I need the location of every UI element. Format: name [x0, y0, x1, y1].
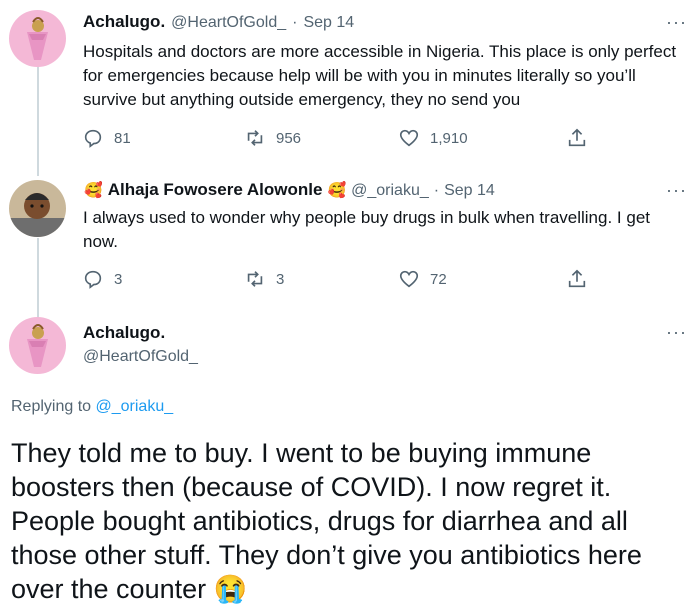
- name-emoji-right: 🥰: [327, 182, 347, 199]
- separator: ·: [292, 14, 298, 31]
- share-icon: [568, 128, 586, 147]
- display-name[interactable]: Achalugo.: [83, 12, 165, 32]
- tweet-text: I always used to wonder why people buy d…: [83, 208, 650, 251]
- thread-line-2: [37, 238, 39, 318]
- more-icon[interactable]: ···: [666, 12, 687, 33]
- like-icon: [399, 270, 419, 288]
- avatar[interactable]: [9, 10, 66, 67]
- name-emoji-left: 🥰: [84, 182, 103, 199]
- like-button[interactable]: 1,910: [398, 127, 468, 149]
- more-icon[interactable]: ···: [666, 180, 687, 201]
- handle[interactable]: @HeartOfGold_: [171, 14, 286, 32]
- replying-to-handle[interactable]: @_oriaku_: [96, 398, 174, 415]
- like-count: 72: [430, 270, 447, 288]
- retweet-button[interactable]: 3: [244, 268, 284, 290]
- timestamp[interactable]: Sep 14: [303, 14, 354, 32]
- tweet-text: Hospitals and doctors are more accessibl…: [83, 42, 677, 109]
- avatar[interactable]: [9, 180, 66, 237]
- tweet-text-large: They told me to buy. I went to be buying…: [11, 436, 686, 606]
- share-icon: [568, 269, 586, 288]
- display-name[interactable]: Achalugo.: [83, 323, 165, 343]
- timestamp[interactable]: Sep 14: [444, 182, 495, 200]
- retweet-icon: [247, 271, 263, 287]
- share-button[interactable]: [566, 127, 588, 149]
- like-icon: [399, 129, 419, 147]
- retweet-button[interactable]: 956: [244, 127, 301, 149]
- replying-to-label: Replying to: [11, 398, 92, 415]
- reply-button[interactable]: 3: [82, 268, 122, 290]
- reply-count: 81: [114, 129, 131, 147]
- like-button[interactable]: 72: [398, 268, 447, 290]
- more-icon[interactable]: ···: [666, 322, 687, 343]
- reply-icon: [84, 270, 102, 289]
- display-name[interactable]: Alhaja Fowosere Alowonle: [108, 180, 323, 200]
- like-count: 1,910: [430, 129, 468, 147]
- thread-line-1: [37, 64, 39, 176]
- avatar[interactable]: [9, 317, 66, 374]
- separator: ·: [433, 182, 440, 199]
- retweet-count: 3: [276, 270, 285, 288]
- share-button[interactable]: [566, 268, 588, 290]
- handle[interactable]: @_oriaku_: [351, 182, 429, 200]
- retweet-icon: [247, 130, 263, 146]
- handle[interactable]: @HeartOfGold_: [83, 348, 198, 366]
- reply-button[interactable]: 81: [82, 127, 131, 149]
- retweet-count: 956: [276, 129, 302, 147]
- replying-to: Replying to @_oriaku_: [11, 398, 173, 416]
- reply-count: 3: [114, 270, 123, 288]
- tweet-text: They told me to buy. I went to be buying…: [11, 438, 642, 604]
- reply-icon: [84, 129, 102, 148]
- crying-emoji: 😭: [213, 574, 248, 604]
